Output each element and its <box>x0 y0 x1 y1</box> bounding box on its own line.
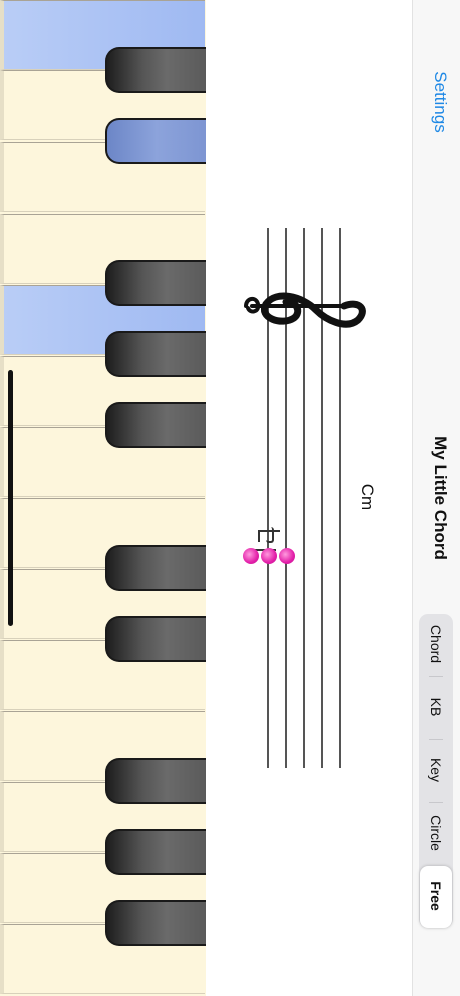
tab-circle[interactable]: Circle <box>419 803 453 865</box>
black-key[interactable] <box>105 545 206 591</box>
mode-segmented-control: Chord KB Key Circle Free <box>419 614 453 928</box>
note-head <box>279 548 295 564</box>
tab-kb[interactable]: KB <box>419 677 453 739</box>
tab-label: Chord <box>428 624 444 664</box>
black-key[interactable] <box>105 402 206 448</box>
side-panel: Settings My Little Chord Chord KB Key Ci… <box>412 0 460 996</box>
black-key[interactable] <box>105 47 206 93</box>
note-stem <box>258 530 260 542</box>
music-staff: Cm <box>206 0 412 996</box>
flat-sign <box>266 527 274 543</box>
tab-free[interactable]: Free <box>420 866 452 928</box>
tab-label: Key <box>428 757 444 783</box>
black-key[interactable] <box>105 758 206 804</box>
page-title: My Little Chord <box>431 436 450 560</box>
tab-key[interactable]: Key <box>419 740 453 802</box>
note-head <box>261 548 277 564</box>
treble-clef-icon <box>244 292 366 328</box>
piano-keyboard[interactable] <box>0 0 207 996</box>
chord-symbol: Cm <box>358 483 377 511</box>
black-key[interactable] <box>105 829 206 875</box>
keyboard-scroll-indicator[interactable] <box>8 370 13 626</box>
tab-label: Circle <box>428 815 444 851</box>
settings-button[interactable]: Settings <box>426 52 450 152</box>
black-key[interactable] <box>105 616 206 662</box>
black-key[interactable] <box>105 900 206 946</box>
black-key[interactable] <box>105 331 206 377</box>
tab-label: KB <box>428 697 444 717</box>
tab-label: Free <box>428 881 444 911</box>
tab-chord[interactable]: Chord <box>419 614 453 676</box>
black-key[interactable] <box>105 118 206 164</box>
black-key[interactable] <box>105 260 206 306</box>
note-head <box>243 548 259 564</box>
